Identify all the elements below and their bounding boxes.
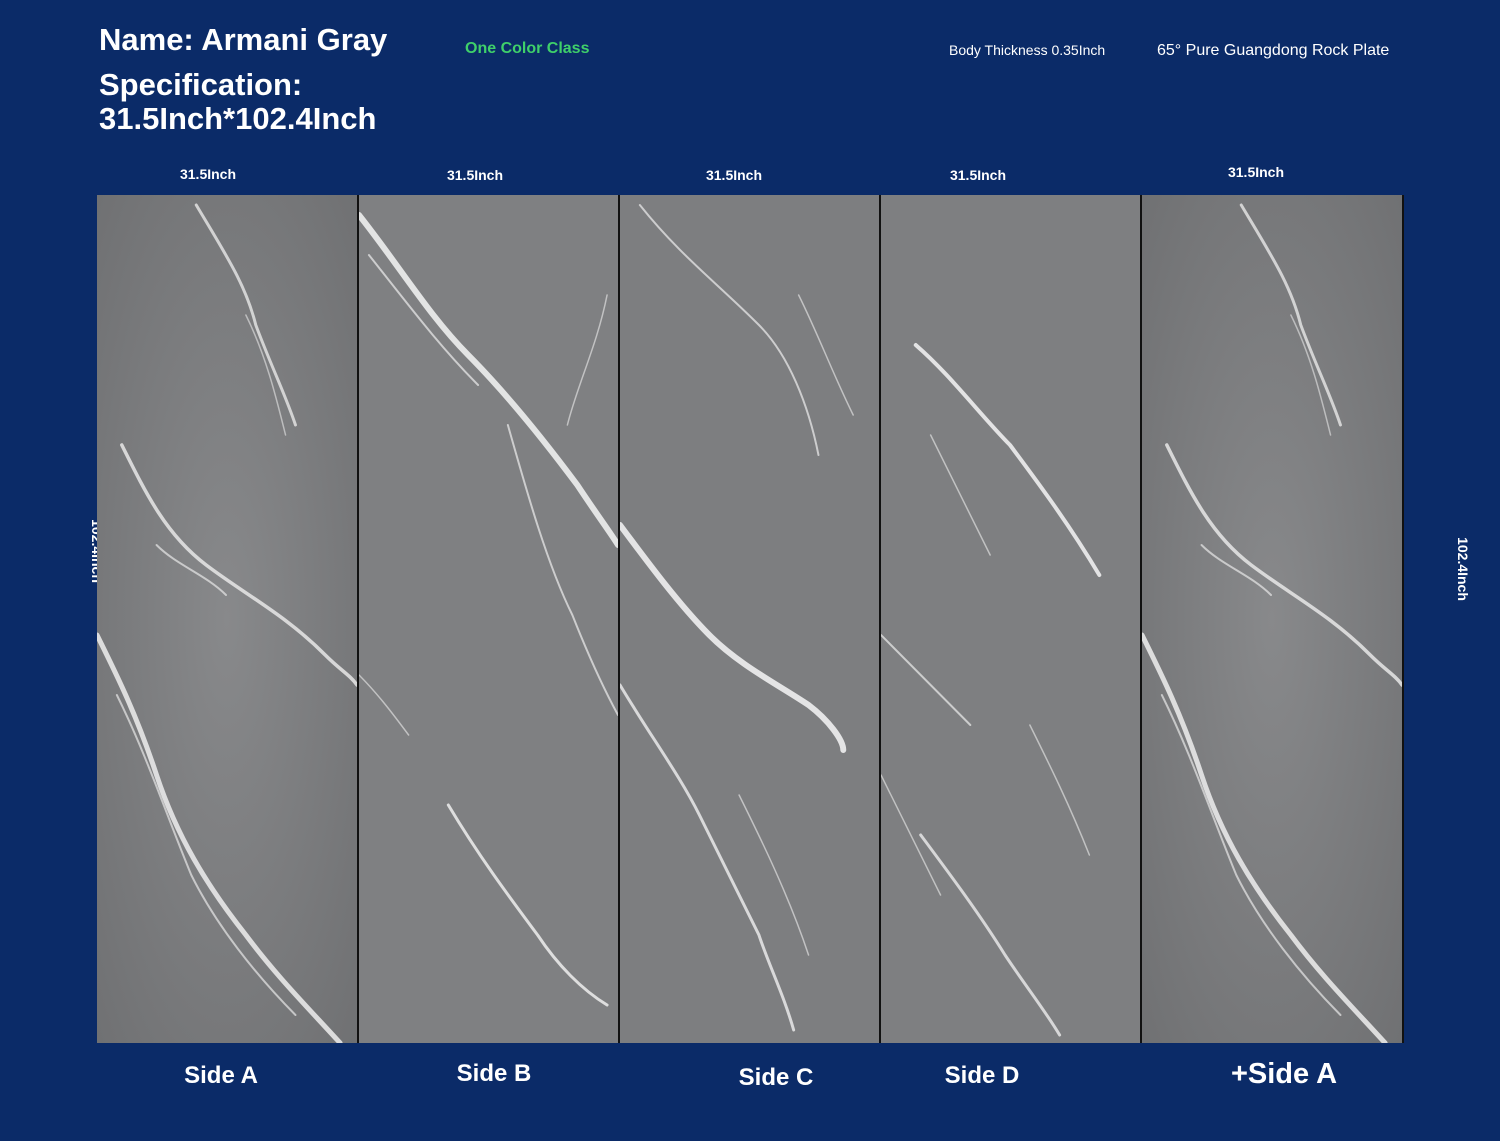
specification-label: Specification: bbox=[99, 67, 303, 102]
marble-texture bbox=[359, 195, 618, 1043]
side-label-d: Side D bbox=[944, 1062, 1020, 1089]
side-label-c: Side C bbox=[738, 1064, 814, 1091]
slab-side-a-repeat bbox=[1142, 195, 1404, 1043]
slab-side-c bbox=[620, 195, 881, 1043]
product-name: Name: Armani Gray bbox=[99, 22, 388, 57]
marble-texture bbox=[881, 195, 1140, 1043]
slab-side-a bbox=[97, 195, 359, 1043]
width-label-a2: 31.5Inch bbox=[1227, 164, 1285, 180]
height-label-right: 102.4Inch bbox=[1455, 537, 1471, 601]
rock-plate-label: 65° Pure Guangdong Rock Plate bbox=[1157, 42, 1390, 59]
width-label-b: 31.5Inch bbox=[446, 167, 504, 183]
slab-side-b bbox=[359, 195, 620, 1043]
width-label-c: 31.5Inch bbox=[705, 167, 763, 183]
width-label-a: 31.5Inch bbox=[179, 166, 237, 182]
width-label-d: 31.5Inch bbox=[949, 167, 1007, 183]
side-label-b: Side B bbox=[456, 1060, 532, 1087]
marble-texture bbox=[620, 195, 879, 1043]
marble-texture bbox=[1142, 195, 1402, 1043]
specification-size: 31.5Inch*102.4Inch bbox=[99, 101, 377, 136]
body-thickness-label: Body Thickness 0.35Inch bbox=[949, 42, 1106, 58]
side-label-a-repeat: +Side A bbox=[1230, 1058, 1338, 1090]
color-class-label: One Color Class bbox=[465, 40, 590, 57]
marble-texture bbox=[97, 195, 357, 1043]
side-label-a: Side A bbox=[184, 1062, 258, 1089]
specification: Specification: 31.5Inch*102.4Inch bbox=[99, 68, 376, 136]
slab-side-d bbox=[881, 195, 1142, 1043]
